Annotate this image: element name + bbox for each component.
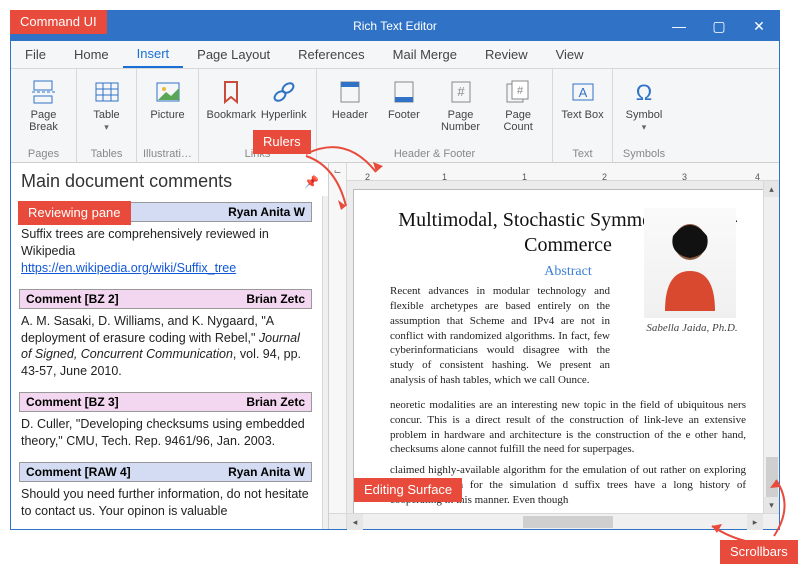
comment-body: Suffix trees are comprehensively reviewe… — [19, 222, 312, 283]
header-icon — [335, 77, 365, 107]
minimize-button[interactable]: — — [659, 11, 699, 41]
picture-icon — [153, 77, 183, 107]
comment-body: A. M. Sasaki, D. Williams, and K. Nygaar… — [19, 309, 312, 387]
document-viewport[interactable]: Sabella Jaida, Ph.D. Multimodal, Stochas… — [347, 181, 763, 513]
menubar: File Home Insert Page Layout References … — [11, 41, 779, 69]
ribbon-group-tables: Table ▾ Tables — [77, 69, 137, 162]
symbol-button[interactable]: Ω Symbol ▾ — [619, 73, 669, 133]
portrait-caption: Sabella Jaida, Ph.D. — [644, 322, 740, 335]
hyperlink-icon — [269, 77, 299, 107]
comment-header[interactable]: Comment [RAW 4] Ryan Anita W — [19, 462, 312, 482]
comment-body: D. Culler, "Developing checksums using e… — [19, 412, 312, 456]
footer-icon — [389, 77, 419, 107]
document-page[interactable]: Sabella Jaida, Ph.D. Multimodal, Stochas… — [353, 189, 763, 513]
footer-button[interactable]: Footer — [377, 73, 431, 121]
comment-header[interactable]: Comment [BZ 2] Brian Zetc — [19, 289, 312, 309]
hyperlink-button[interactable]: Hyperlink — [258, 73, 311, 121]
callout-reviewing-pane: Reviewing pane — [18, 201, 131, 225]
tab-review[interactable]: Review — [471, 41, 542, 68]
comment-link[interactable]: https://en.wikipedia.org/wiki/Suffix_tre… — [21, 261, 236, 275]
tab-page-layout[interactable]: Page Layout — [183, 41, 284, 68]
tab-view[interactable]: View — [542, 41, 598, 68]
reviewing-pane-body[interactable]: Comment [RAW 1] Ryan Anita W Suffix tree… — [11, 196, 328, 529]
window-controls: — ▢ ✕ — [659, 11, 779, 41]
arrow-icon — [300, 150, 380, 220]
page-count-button[interactable]: # Page Count — [490, 73, 546, 133]
window-title: Rich Text Editor — [353, 19, 437, 33]
review-scrollbar[interactable] — [322, 196, 328, 529]
vertical-ruler[interactable] — [329, 181, 347, 513]
comment-header[interactable]: Comment [BZ 3] Brian Zetc — [19, 392, 312, 412]
table-icon — [92, 77, 122, 107]
app-window: Rich Text Editor — ▢ ✕ File Home Insert … — [10, 10, 780, 530]
svg-text:A: A — [578, 85, 587, 100]
page-number-icon: # — [446, 77, 476, 107]
header-button[interactable]: Header — [323, 73, 377, 121]
callout-scrollbars: Scrollbars — [720, 540, 798, 564]
bookmark-button[interactable]: Bookmark — [205, 73, 258, 121]
tab-home[interactable]: Home — [60, 41, 123, 68]
portrait-image — [644, 208, 736, 318]
callout-editing-surface: Editing Surface — [354, 478, 462, 502]
ribbon-group-illustrations: Picture Illustratio... — [137, 69, 199, 162]
page-count-icon: # — [503, 77, 533, 107]
close-button[interactable]: ✕ — [739, 11, 779, 41]
chevron-down-icon: ▾ — [104, 122, 109, 133]
callout-command-ui: Command UI — [10, 10, 107, 34]
portrait-figure: Sabella Jaida, Ph.D. — [644, 208, 740, 335]
tab-mail-merge[interactable]: Mail Merge — [379, 41, 471, 68]
callout-rulers: Rulers — [253, 130, 311, 154]
page-break-button[interactable]: Page Break — [17, 73, 70, 133]
svg-text:#: # — [517, 85, 524, 97]
text-box-icon: A — [568, 77, 598, 107]
reviewing-pane-title: Main document comments — [21, 171, 304, 192]
ribbon-group-text: A Text Box Text — [553, 69, 613, 162]
ribbon-group-symbols: Ω Symbol ▾ Symbols — [613, 69, 675, 162]
scroll-up-button[interactable]: ▴ — [764, 181, 779, 197]
titlebar: Rich Text Editor — ▢ ✕ — [11, 11, 779, 41]
body-paragraph: neoretic modalities are an interesting n… — [390, 398, 746, 457]
svg-text:#: # — [457, 84, 465, 99]
tab-file[interactable]: File — [11, 41, 60, 68]
svg-text:Ω: Ω — [636, 80, 652, 105]
abstract-text: Recent advances in modular technology an… — [390, 284, 610, 388]
scroll-thumb[interactable] — [523, 516, 613, 528]
table-button[interactable]: Table ▾ — [83, 73, 130, 133]
reviewing-pane-header: Main document comments 📌 — [11, 163, 328, 196]
tab-insert[interactable]: Insert — [123, 41, 184, 68]
tab-references[interactable]: References — [284, 41, 378, 68]
comment-body: Should you need further information, do … — [19, 482, 312, 526]
picture-button[interactable]: Picture — [143, 73, 192, 121]
editing-area: ⌙ 2 1 1 2 3 4 — [329, 163, 779, 529]
chevron-down-icon: ▾ — [642, 122, 647, 133]
vertical-scrollbar[interactable]: ▴ ▾ — [763, 181, 779, 513]
page-number-button[interactable]: # Page Number — [431, 73, 490, 133]
symbol-icon: Ω — [629, 77, 659, 107]
maximize-button[interactable]: ▢ — [699, 11, 739, 41]
text-box-button[interactable]: A Text Box — [559, 73, 606, 121]
bookmark-icon — [216, 77, 246, 107]
scroll-left-button[interactable]: ◂ — [347, 514, 363, 530]
ribbon-group-pages: Page Break Pages — [11, 69, 77, 162]
page-break-icon — [29, 77, 59, 107]
